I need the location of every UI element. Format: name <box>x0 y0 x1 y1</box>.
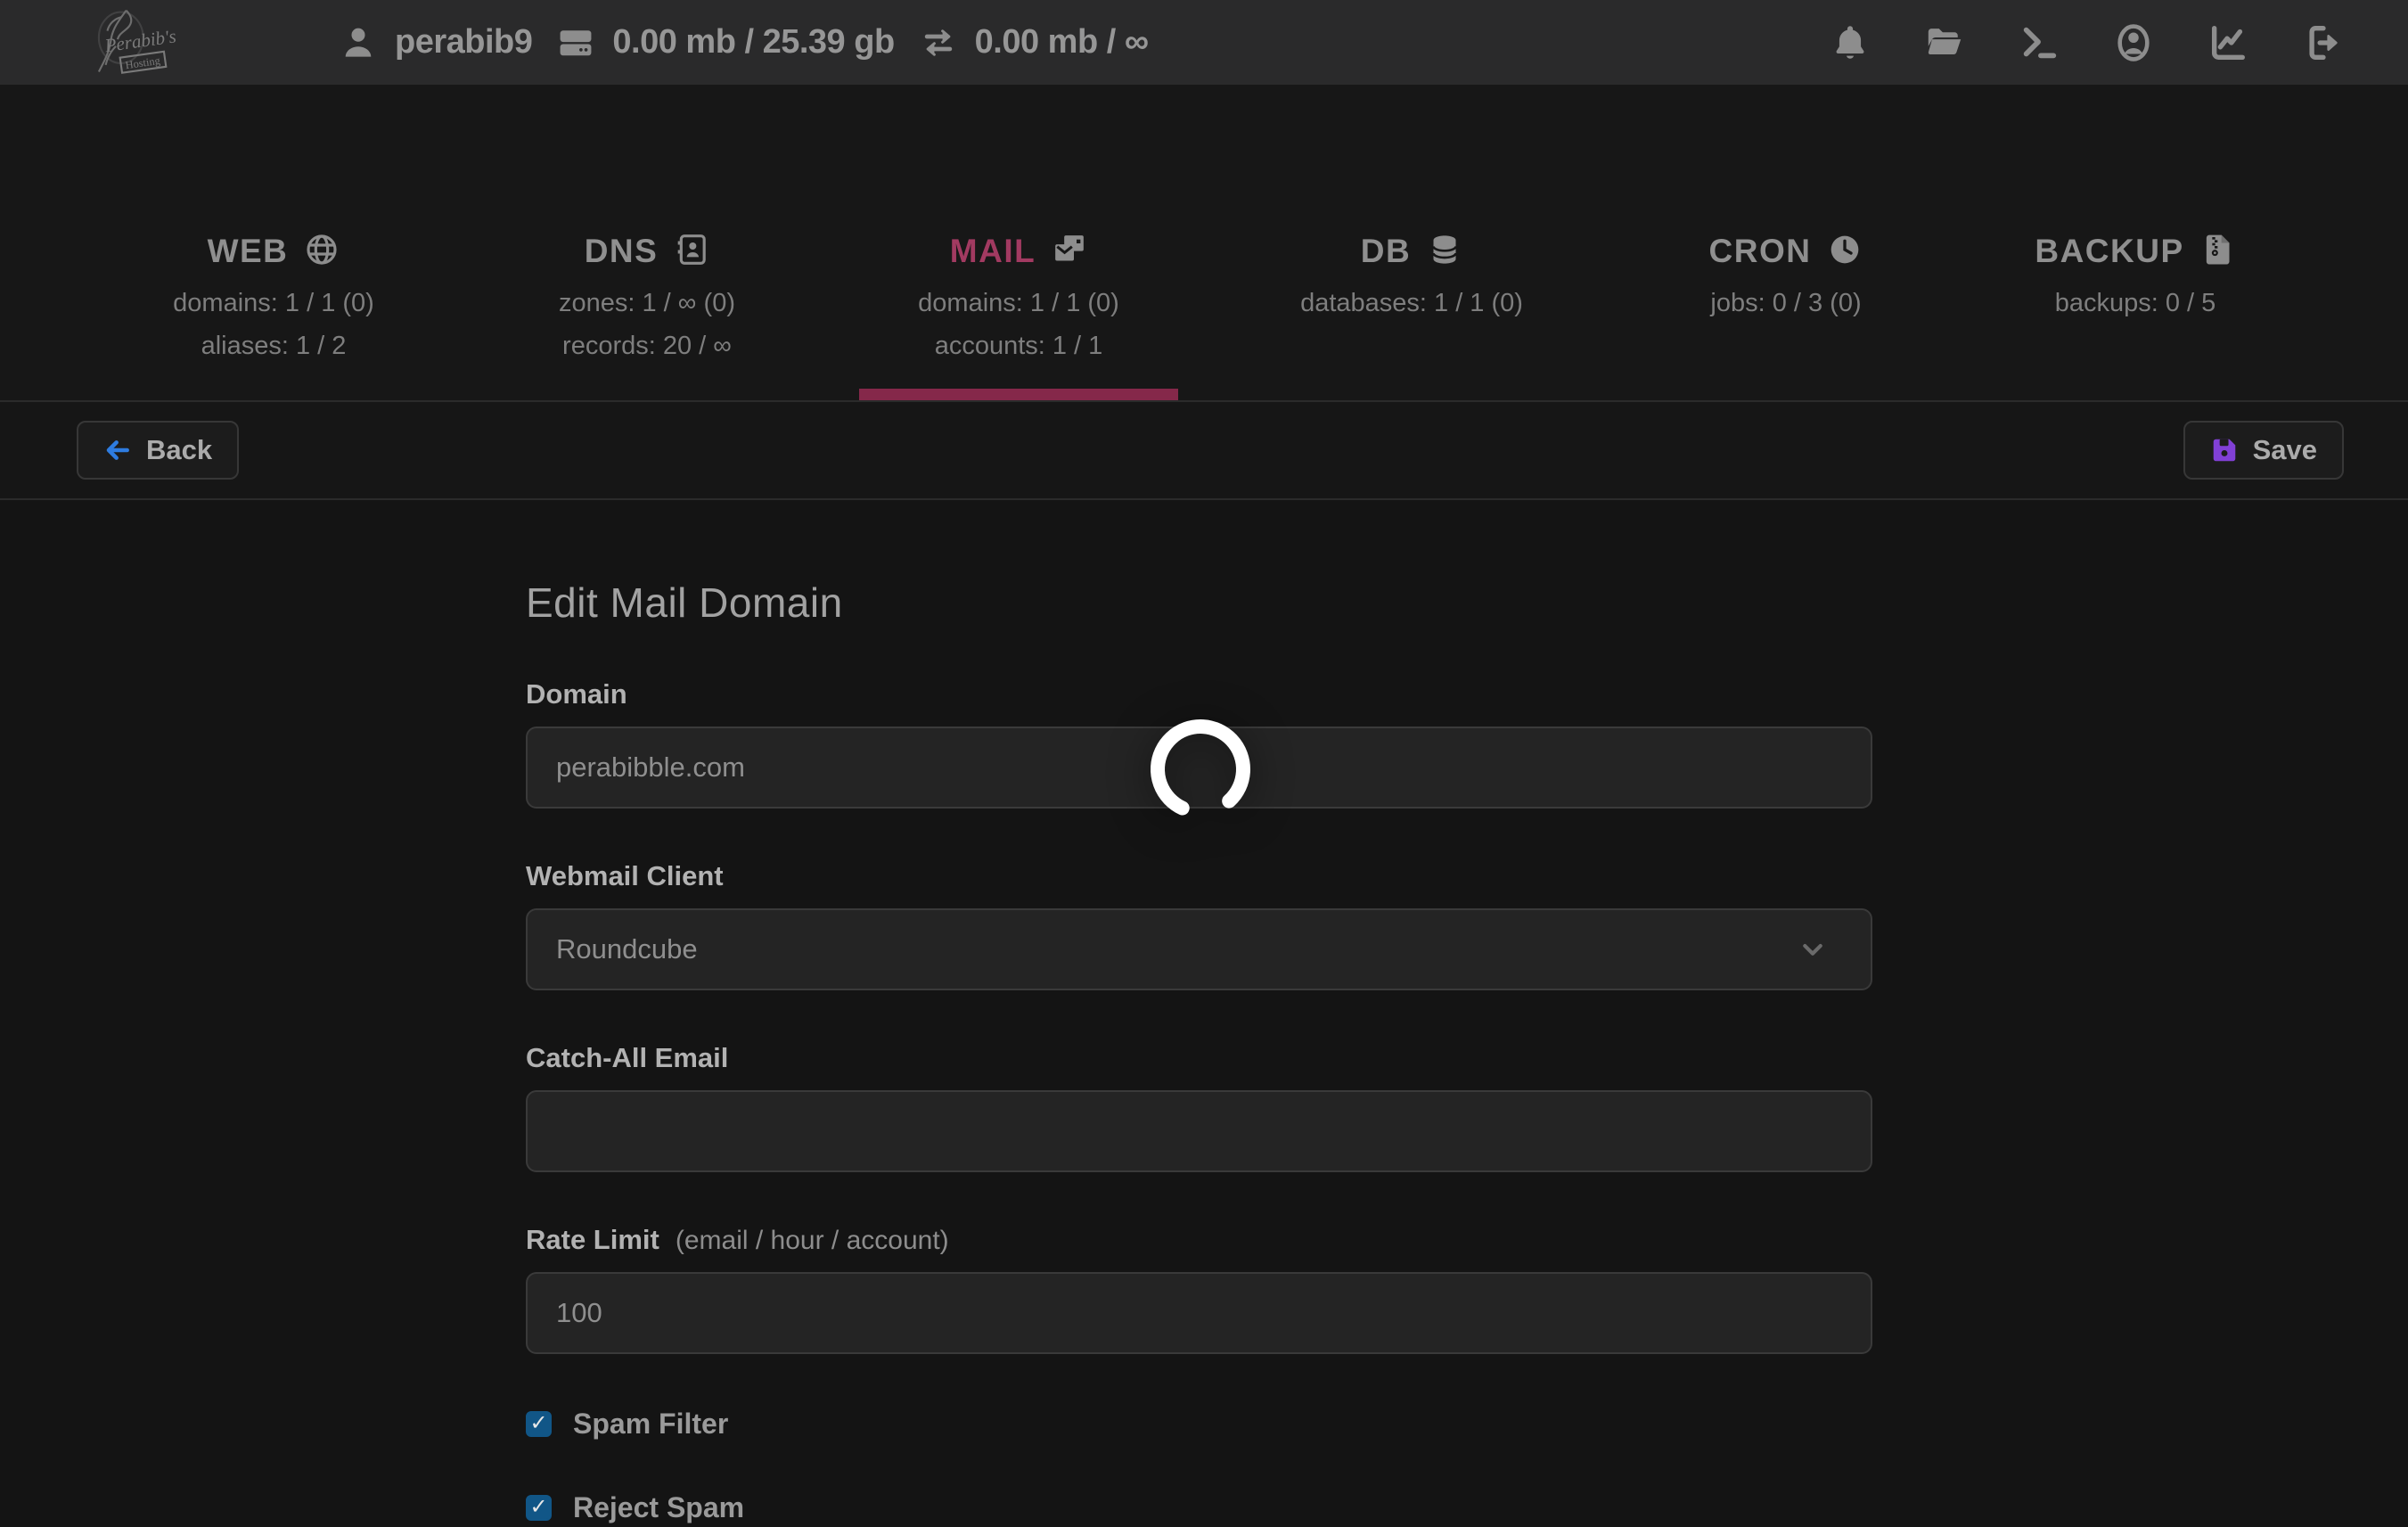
checkbox-group: ✓ Spam Filter ✓ Reject Spam <box>526 1408 1872 1524</box>
rate-limit-field-group: Rate Limit (email / hour / account) <box>526 1224 1872 1354</box>
user-summary[interactable]: perabib9 <box>338 22 532 63</box>
tab-web-stat: domains: 1 / 1 (0) <box>173 289 374 318</box>
webmail-client-select[interactable]: Roundcube <box>526 908 1872 990</box>
spam-filter-label: Spam Filter <box>573 1408 728 1441</box>
disk-usage: 0.00 mb / 25.39 gb <box>555 22 894 63</box>
mail-bulk-icon <box>1052 232 1087 272</box>
checkbox-box: ✓ <box>526 1411 552 1437</box>
exchange-icon <box>918 22 959 63</box>
webmail-client-label: Webmail Client <box>526 860 724 892</box>
catchall-email-input[interactable] <box>526 1090 1872 1172</box>
toolbar: Back Save <box>0 400 2408 500</box>
bandwidth-value: 0.00 mb / ∞ <box>975 23 1149 62</box>
catchall-email-label: Catch-All Email <box>526 1042 728 1074</box>
account-usage: perabib9 0.00 mb / 25.39 gb 0.00 mb / ∞ <box>338 22 1148 63</box>
logo-icon: Perabib's Hosting <box>75 4 177 82</box>
check-icon: ✓ <box>529 1497 547 1518</box>
webmail-field-group: Webmail Client Roundcube <box>526 860 1872 990</box>
hdd-icon <box>555 22 596 63</box>
arrow-left-icon <box>103 436 132 464</box>
tab-cron-stat: jobs: 0 / 3 (0) <box>1710 289 1861 318</box>
file-archive-icon <box>2200 232 2236 272</box>
domain-label: Domain <box>526 678 627 710</box>
save-button[interactable]: Save <box>2183 421 2344 480</box>
topbar-actions <box>1829 21 2344 64</box>
tab-backup-stat: backups: 0 / 5 <box>2055 289 2216 318</box>
tab-db-stat: databases: 1 / 1 (0) <box>1300 289 1523 318</box>
terminal-icon[interactable] <box>2018 21 2060 64</box>
tab-dns[interactable]: DNS zones: 1 / ∞ (0) records: 20 / ∞ <box>460 85 834 400</box>
address-book-icon <box>674 232 709 272</box>
clock-icon <box>1827 232 1863 272</box>
tab-web-stat: aliases: 1 / 2 <box>201 332 347 361</box>
tab-dns-stat: zones: 1 / ∞ (0) <box>559 289 735 318</box>
tab-backup-label: BACKUP <box>2035 233 2183 270</box>
chevron-down-icon <box>1796 932 1830 966</box>
logo[interactable]: Perabib's Hosting <box>75 4 177 82</box>
chart-line-icon[interactable] <box>2207 21 2249 64</box>
checkbox-box: ✓ <box>526 1495 552 1521</box>
tab-mail-stat: accounts: 1 / 1 <box>935 332 1103 361</box>
domain-input[interactable] <box>526 727 1872 809</box>
spam-filter-checkbox[interactable]: ✓ Spam Filter <box>526 1408 728 1441</box>
tab-cron-label: CRON <box>1709 233 1812 270</box>
edit-mail-domain-form: Edit Mail Domain Domain Webmail Client R… <box>526 579 1872 1524</box>
tab-db[interactable]: DB databases: 1 / 1 (0) <box>1224 85 1599 400</box>
tab-dns-stat: records: 20 / ∞ <box>562 332 732 361</box>
save-button-label: Save <box>2253 434 2317 466</box>
back-button-label: Back <box>146 434 212 466</box>
topbar: Perabib's Hosting perabib9 0.00 mb / 25.… <box>0 0 2408 85</box>
main-content: Edit Mail Domain Domain Webmail Client R… <box>0 502 2408 1527</box>
user-circle-icon[interactable] <box>2112 21 2155 64</box>
globe-icon <box>304 232 340 272</box>
tab-backup[interactable]: BACKUP backups: 0 / 5 <box>1948 85 2322 400</box>
active-tab-underline <box>859 389 1178 400</box>
rate-limit-hint: (email / hour / account) <box>676 1226 949 1256</box>
back-button[interactable]: Back <box>77 421 239 480</box>
floppy-disk-icon <box>2210 436 2239 464</box>
domain-field-group: Domain <box>526 678 1872 809</box>
page: Perabib's Hosting perabib9 0.00 mb / 25.… <box>0 0 2408 1527</box>
reject-spam-checkbox[interactable]: ✓ Reject Spam <box>526 1491 744 1524</box>
folder-open-icon[interactable] <box>1923 21 1966 64</box>
tab-mail-stat: domains: 1 / 1 (0) <box>918 289 1119 318</box>
sign-out-icon[interactable] <box>2301 21 2344 64</box>
username: perabib9 <box>395 23 532 62</box>
reject-spam-label: Reject Spam <box>573 1491 744 1524</box>
disk-usage-value: 0.00 mb / 25.39 gb <box>612 23 894 62</box>
page-title: Edit Mail Domain <box>526 579 1872 627</box>
tab-mail-label: MAIL <box>950 233 1036 270</box>
tab-dns-label: DNS <box>585 233 659 270</box>
rate-limit-input[interactable] <box>526 1272 1872 1354</box>
check-icon: ✓ <box>529 1413 547 1434</box>
catchall-field-group: Catch-All Email <box>526 1042 1872 1172</box>
rate-limit-label: Rate Limit <box>526 1224 659 1256</box>
tab-db-label: DB <box>1361 233 1411 270</box>
bandwidth-usage: 0.00 mb / ∞ <box>918 22 1149 63</box>
webmail-client-selected-value: Roundcube <box>556 933 698 965</box>
section-tabs: WEB domains: 1 / 1 (0) aliases: 1 / 2 DN… <box>0 85 2408 400</box>
tab-web-label: WEB <box>208 233 289 270</box>
tab-web[interactable]: WEB domains: 1 / 1 (0) aliases: 1 / 2 <box>86 85 461 400</box>
database-icon <box>1427 232 1462 272</box>
tab-mail[interactable]: MAIL domains: 1 / 1 (0) accounts: 1 / 1 <box>831 85 1206 400</box>
user-icon <box>338 22 379 63</box>
bell-icon[interactable] <box>1829 21 1872 64</box>
tab-cron[interactable]: CRON jobs: 0 / 3 (0) <box>1599 85 1973 400</box>
